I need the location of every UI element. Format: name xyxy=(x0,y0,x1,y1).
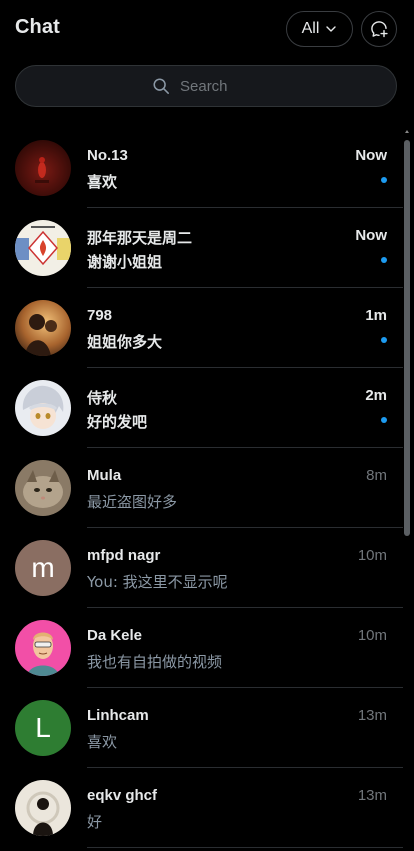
divider xyxy=(87,847,403,848)
chat-time: Now xyxy=(355,147,387,164)
chat-time: 2m xyxy=(365,387,387,404)
search-bar[interactable] xyxy=(15,65,397,107)
avatar xyxy=(15,220,71,276)
page-title: Chat xyxy=(15,16,60,38)
chat-preview: 姐姐你多大 xyxy=(87,333,163,351)
avatar xyxy=(15,460,71,516)
chat-screen: Chat All Search No.13 喜欢 Now 那年那天是周二 谢谢小… xyxy=(0,0,414,851)
chat-time: 13m xyxy=(357,787,387,804)
avatar: m xyxy=(15,540,71,596)
avatar: L xyxy=(15,700,71,756)
chevron-down-icon xyxy=(326,26,337,32)
scrollbar-thumb[interactable] xyxy=(404,140,410,536)
chat-name: No.13 xyxy=(87,147,128,164)
chat-name: 侍秋 xyxy=(87,390,118,407)
chat-row[interactable]: Mula 最近盗图好多 8m xyxy=(0,448,403,528)
scroll-up-arrow-icon[interactable] xyxy=(405,130,409,133)
avatar-letter: m xyxy=(31,552,55,583)
chat-preview: 好 xyxy=(87,813,103,831)
filter-label: All xyxy=(301,20,320,37)
chat-name: 那年那天是周二 xyxy=(87,230,193,247)
chat-preview: 喜欢 xyxy=(87,173,118,191)
chat-row[interactable]: m mfpd nagr You: 我这里不显示呢 10m xyxy=(0,528,403,608)
chat-time: 13m xyxy=(357,707,387,724)
chat-preview: You: 我这里不显示呢 xyxy=(87,573,228,591)
search-input[interactable] xyxy=(180,77,260,95)
chat-time: 8m xyxy=(366,467,387,484)
chat-preview: 谢谢小姐姐 xyxy=(87,253,163,271)
avatar xyxy=(15,380,71,436)
chat-name: 798 xyxy=(87,307,113,324)
unread-dot xyxy=(381,257,387,263)
chat-name: Da Kele xyxy=(87,627,143,644)
chat-name: Mula xyxy=(87,467,122,484)
chat-preview: 我也有自拍做的视频 xyxy=(87,653,223,671)
chat-name: mfpd nagr xyxy=(87,547,161,564)
search-icon xyxy=(153,78,169,94)
chat-time: 10m xyxy=(357,547,387,564)
unread-dot xyxy=(381,177,387,183)
chat-row[interactable]: L Linhcam 喜欢 13m xyxy=(0,688,403,768)
new-chat-button[interactable] xyxy=(361,11,397,47)
avatar xyxy=(15,140,71,196)
chat-row[interactable]: 侍秋 好的发吧 2m xyxy=(0,368,403,448)
avatar xyxy=(15,620,71,676)
avatar-letter: L xyxy=(35,712,51,743)
chat-row[interactable]: 798 姐姐你多大 1m xyxy=(0,288,403,368)
chat-row[interactable]: Da Kele 我也有自拍做的视频 10m xyxy=(0,608,403,688)
chat-name: eqkv ghcf xyxy=(87,787,158,804)
chat-row[interactable]: eqkv ghcf 好 13m xyxy=(0,768,403,848)
avatar xyxy=(15,300,71,356)
chat-time: 10m xyxy=(357,627,387,644)
chat-preview: 喜欢 xyxy=(87,733,118,751)
chat-list: No.13 喜欢 Now 那年那天是周二 谢谢小姐姐 Now 798 姐姐你多大… xyxy=(0,128,403,848)
filter-dropdown[interactable]: All xyxy=(286,11,353,47)
unread-dot xyxy=(381,417,387,423)
chat-row[interactable]: No.13 喜欢 Now xyxy=(0,128,403,208)
avatar xyxy=(15,780,71,836)
chat-preview: 好的发吧 xyxy=(87,413,148,431)
new-chat-icon xyxy=(371,21,388,38)
chat-name: Linhcam xyxy=(87,707,149,724)
unread-dot xyxy=(381,337,387,343)
chat-time: Now xyxy=(355,227,387,244)
chat-row[interactable]: 那年那天是周二 谢谢小姐姐 Now xyxy=(0,208,403,288)
chat-time: 1m xyxy=(365,307,387,324)
chat-preview: 最近盗图好多 xyxy=(87,493,178,511)
header: Chat All xyxy=(0,0,414,58)
